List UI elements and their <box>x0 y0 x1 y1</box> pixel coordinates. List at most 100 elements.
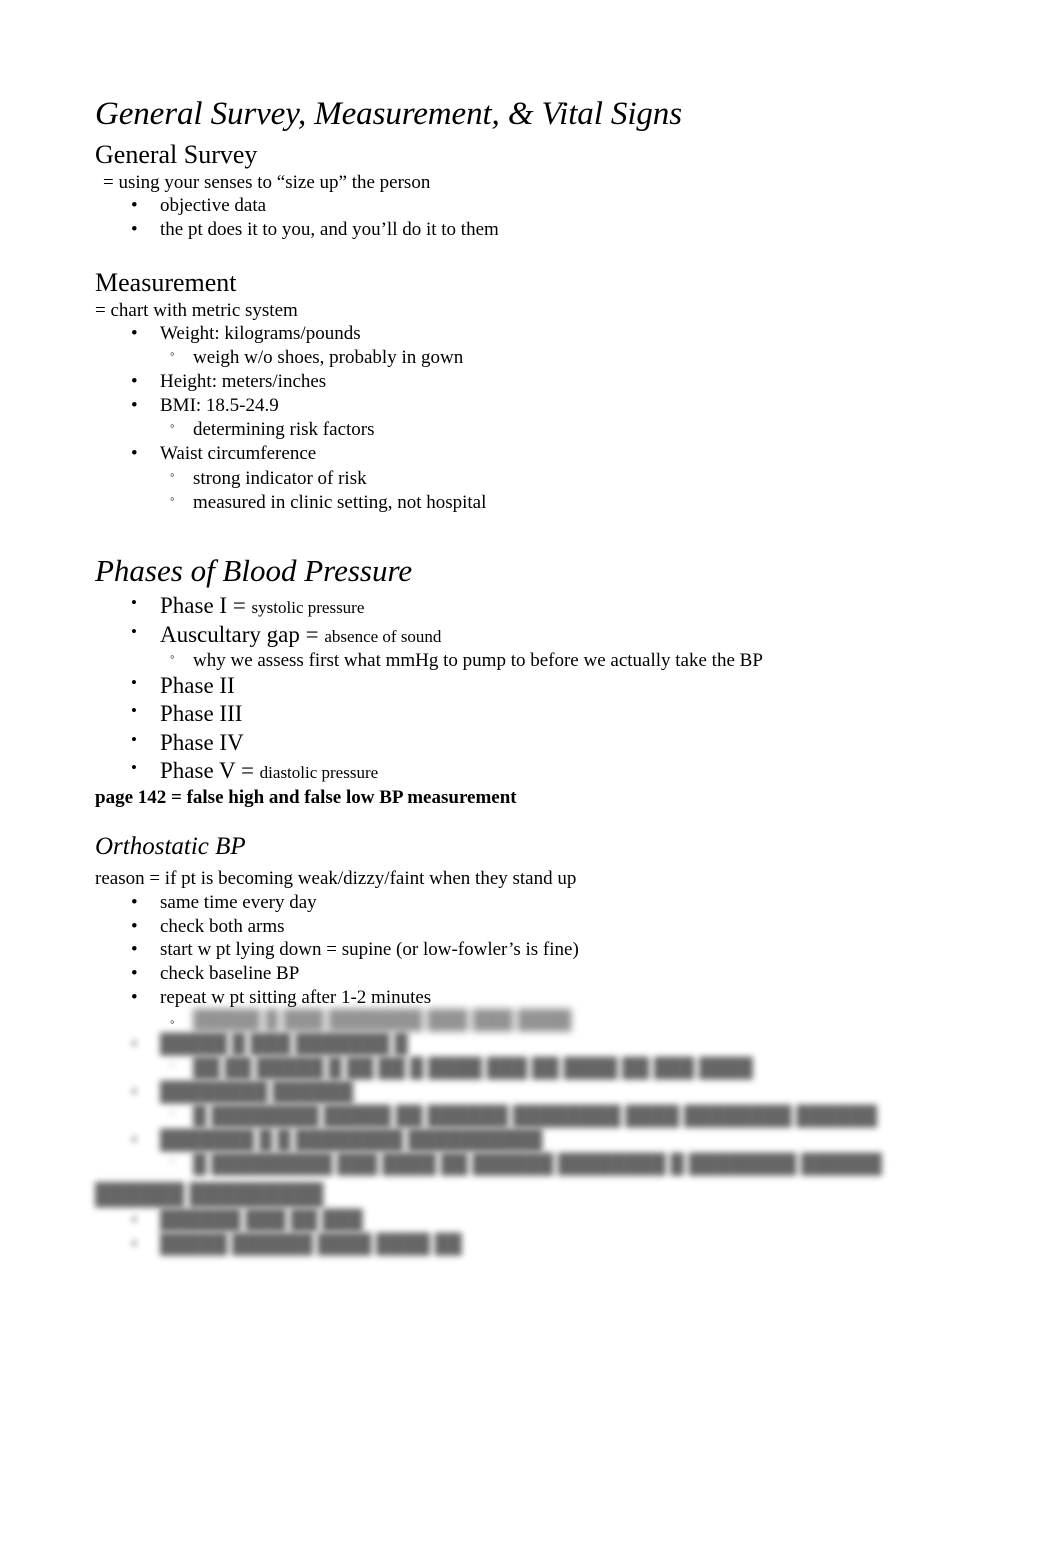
bullet-icon: • <box>131 443 138 464</box>
bullet-icon: • <box>131 963 138 984</box>
faded-list-item: • █████ ██████ ████ ████ ██ <box>131 1234 462 1256</box>
list-item: • Phase III <box>131 701 242 727</box>
heading-phases-of-blood-pressure: Phases of Blood Pressure <box>95 553 413 588</box>
list-item: • the pt does it to you, and you’ll do i… <box>131 219 499 241</box>
bullet-icon: • <box>131 892 138 913</box>
list-item-label: weigh w/o shoes, probably in gown <box>193 347 464 368</box>
list-item-label: repeat w pt sitting after 1-2 minutes <box>160 987 432 1008</box>
bullet-icon: • <box>131 701 137 720</box>
list-item-label: determining risk factors <box>193 419 375 440</box>
faded-text: █ █████████ ███ ████ ██ ██████ ████████ … <box>193 1154 882 1175</box>
phase-label: Phase V = <box>160 758 260 783</box>
list-item-label: why we assess first what mmHg to pump to… <box>193 650 763 671</box>
circle-bullet-icon: ◦ <box>170 1057 175 1072</box>
phase-label: Phase I = <box>160 593 252 618</box>
list-item: ◦ measured in clinic setting, not hospit… <box>170 491 487 514</box>
list-item: • start w pt lying down = supine (or low… <box>131 939 579 961</box>
bullet-icon: • <box>131 195 138 216</box>
faded-text: ██████ ███ ██ ███ <box>160 1210 363 1231</box>
list-item: • Phase II <box>131 673 235 699</box>
circle-bullet-icon: ◦ <box>170 1105 175 1120</box>
bullet-icon: • <box>131 916 138 937</box>
bullet-icon: • <box>131 622 137 641</box>
list-item-label: Phase III <box>160 701 243 726</box>
list-item-label: objective data <box>160 195 267 216</box>
list-item: • Phase IV <box>131 730 244 756</box>
bullet-icon: • <box>131 730 137 749</box>
list-item-label: BMI: 18.5-24.9 <box>160 395 279 416</box>
faded-text: █████ █ ███ ███████ ███ ███ ████ <box>193 1010 572 1031</box>
list-item-label: check baseline BP <box>160 963 300 984</box>
list-item-label: strong indicator of risk <box>193 468 367 489</box>
bullet-icon: • <box>131 673 137 692</box>
list-item-label: Phase II <box>160 673 235 698</box>
faded-list-item: ◦ █ █████████ ███ ████ ██ ██████ ███████… <box>170 1153 882 1176</box>
faded-list-item: • ███████ █ █ ████████ ██████████ <box>131 1130 542 1152</box>
bullet-icon: • <box>131 371 138 392</box>
document-page: General Survey, Measurement, & Vital Sig… <box>0 0 1062 1556</box>
faded-text: █████ ██████ ████ ████ ██ <box>160 1234 462 1255</box>
list-item: • BMI: 18.5-24.9 <box>131 395 279 417</box>
bullet-icon: • <box>131 323 138 344</box>
list-item-label: Weight: kilograms/pounds <box>160 323 361 344</box>
circle-bullet-icon: ◦ <box>170 467 175 482</box>
list-item: • same time every day <box>131 892 317 914</box>
bullet-icon: • <box>131 219 138 240</box>
list-item-label: Phase V = diastolic pressure <box>160 758 378 784</box>
list-item: • check baseline BP <box>131 963 299 985</box>
list-item: • Waist circumference <box>131 443 316 465</box>
list-item: • Auscultary gap = absence of sound <box>131 622 441 648</box>
orthostatic-bp-lead: reason = if pt is becoming weak/dizzy/fa… <box>95 868 577 889</box>
list-item: ◦ determining risk factors <box>170 418 375 441</box>
phase-definition: diastolic pressure <box>259 763 379 782</box>
list-item: • check both arms <box>131 916 285 938</box>
phase-definition: absence of sound <box>324 627 442 646</box>
list-item-label: check both arms <box>160 916 285 937</box>
faded-text: ███████ █ █ ████████ ██████████ <box>160 1130 543 1151</box>
list-item-label: Waist circumference <box>160 443 317 464</box>
faded-heading: ██████ █████████ <box>95 1182 324 1206</box>
faded-list-item: • █████ █ ███ ███████ █ <box>131 1034 408 1056</box>
circle-bullet-icon: ◦ <box>170 649 175 664</box>
faded-text: ████████ ██████ <box>160 1082 354 1103</box>
circle-bullet-icon: ◦ <box>170 1153 175 1168</box>
bullet-icon: • <box>131 593 137 612</box>
page-title: General Survey, Measurement, & Vital Sig… <box>95 96 682 132</box>
heading-general-survey: General Survey <box>95 140 258 169</box>
bullet-icon: • <box>131 1210 138 1231</box>
general-survey-lead: = using your senses to “size up” the per… <box>103 172 431 193</box>
list-item: • repeat w pt sitting after 1-2 minutes <box>131 987 431 1009</box>
list-item: ◦ strong indicator of risk <box>170 467 367 490</box>
circle-bullet-icon: ◦ <box>170 491 175 506</box>
bullet-icon: • <box>131 939 138 960</box>
list-item: • Weight: kilograms/pounds <box>131 323 361 345</box>
bullet-icon: • <box>131 1034 138 1055</box>
bullet-icon: • <box>131 987 138 1008</box>
list-item-label: the pt does it to you, and you’ll do it … <box>160 219 499 240</box>
faded-text: █████ █ ███ ███████ █ <box>160 1034 408 1055</box>
faded-list-item: • ████████ ██████ <box>131 1082 353 1104</box>
faded-list-item: • ██████ ███ ██ ███ <box>131 1210 363 1232</box>
list-item: • Phase I = systolic pressure <box>131 593 364 619</box>
list-item: • objective data <box>131 195 266 217</box>
bullet-icon: • <box>131 1082 138 1103</box>
list-item-label: Auscultary gap = absence of sound <box>160 622 441 648</box>
faded-list-item: ◦ █ ████████ █████ ██ ██████ ████████ ██… <box>170 1105 878 1128</box>
list-item: ◦ why we assess first what mmHg to pump … <box>170 649 763 672</box>
bullet-icon: • <box>131 758 137 777</box>
heading-orthostatic-bp: Orthostatic BP <box>95 833 246 860</box>
list-item: ◦ weigh w/o shoes, probably in gown <box>170 346 464 369</box>
page-reference-note: page 142 = false high and false low BP m… <box>95 787 517 808</box>
phase-label: Auscultary gap = <box>160 622 325 647</box>
list-item-label: same time every day <box>160 892 317 913</box>
list-item: • Height: meters/inches <box>131 371 326 393</box>
list-item-label: Phase I = systolic pressure <box>160 593 364 619</box>
heading-measurement: Measurement <box>95 268 237 297</box>
phase-definition: systolic pressure <box>251 598 365 617</box>
list-item-label: measured in clinic setting, not hospital <box>193 492 487 513</box>
faded-text: █ ████████ █████ ██ ██████ ████████ ████… <box>193 1106 878 1127</box>
faded-list-item: █████ █ ███ ███████ ███ ███ ████ <box>170 1010 572 1032</box>
faded-text: ██ ██ █████ █ ██ ██ █ ████ ███ ██ ████ █… <box>193 1058 753 1079</box>
measurement-lead: = chart with metric system <box>95 300 298 321</box>
list-item-label: start w pt lying down = supine (or low-f… <box>160 939 579 960</box>
